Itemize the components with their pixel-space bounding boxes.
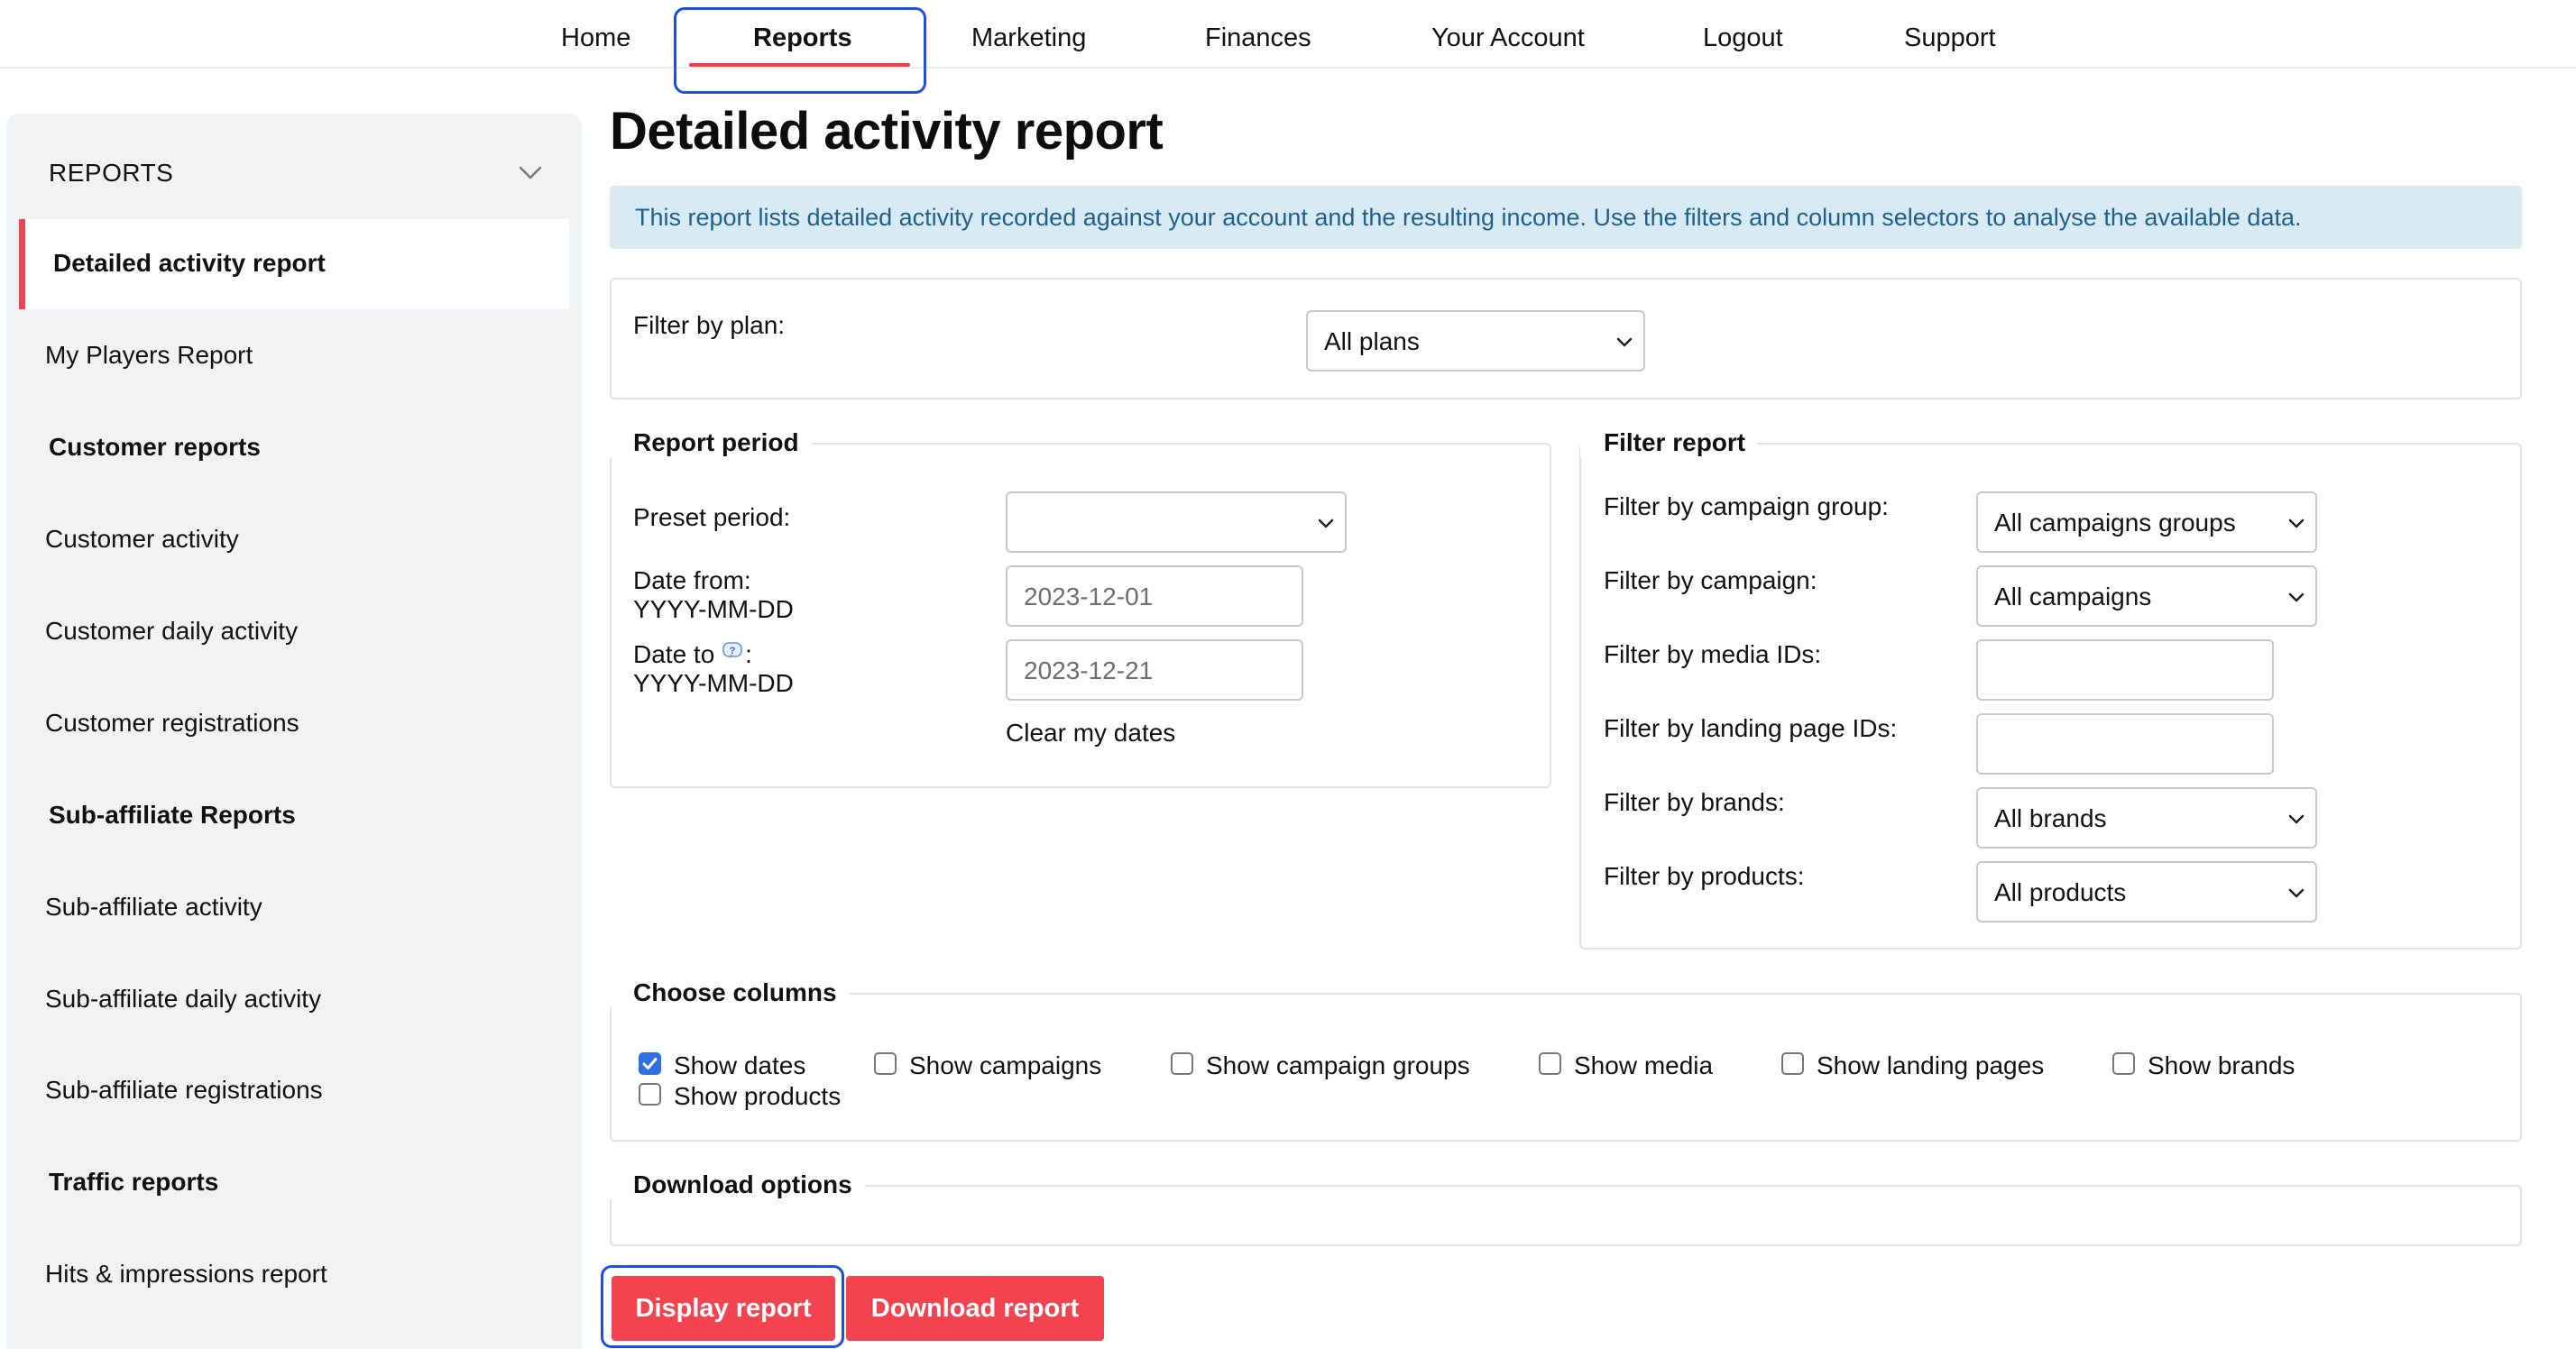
nav-support[interactable]: Support (1904, 23, 1996, 53)
show-media-checkbox[interactable] (1539, 1052, 1561, 1075)
sidebar-item-sub-affiliate-registrations[interactable]: Sub-affiliate registrations (45, 1076, 323, 1105)
show-campaigns-label[interactable]: Show campaigns (909, 1051, 1101, 1080)
show-products-checkbox[interactable] (639, 1083, 661, 1106)
show-brands-label[interactable]: Show brands (2148, 1051, 2295, 1080)
show-dates-label[interactable]: Show dates (674, 1051, 805, 1080)
show-campaign-groups-checkbox[interactable] (1171, 1052, 1193, 1075)
date-to-label-text: Date to (633, 640, 715, 668)
date-to-label: Date to ?: (633, 639, 752, 670)
show-landing-pages-label[interactable]: Show landing pages (1817, 1051, 2044, 1080)
checkmark-icon (642, 1058, 658, 1069)
preset-period-label: Preset period: (633, 503, 791, 531)
sidebar-section-sub-affiliate-reports: Sub-affiliate Reports (49, 801, 296, 829)
nav-home[interactable]: Home (561, 23, 630, 53)
date-to-colon: : (745, 640, 752, 668)
filter-report-panel: Filter by campaign group: All campaigns … (1579, 443, 2522, 950)
preset-period-select[interactable] (1006, 491, 1347, 553)
show-dates-checkbox[interactable] (639, 1052, 661, 1075)
brands-value: All brands (1994, 804, 2107, 832)
sidebar-item-hits-impressions-report[interactable]: Hits & impressions report (45, 1260, 327, 1289)
chevron-down-icon (1616, 337, 1633, 347)
brands-select[interactable]: All brands (1976, 787, 2317, 849)
chevron-down-icon (1318, 518, 1334, 528)
filter-report-legend: Filter report (1580, 428, 1759, 457)
brands-label: Filter by brands: (1604, 788, 1785, 816)
display-report-button[interactable]: Display report (612, 1276, 835, 1341)
nav-active-underline (689, 63, 910, 67)
campaign-group-select[interactable]: All campaigns groups (1976, 491, 2317, 553)
date-from-format: YYYY-MM-DD (633, 595, 794, 623)
show-products-label[interactable]: Show products (674, 1082, 841, 1111)
sidebar-item-customer-activity[interactable]: Customer activity (45, 525, 239, 554)
nav-your-account[interactable]: Your Account (1431, 23, 1585, 53)
landing-page-ids-input[interactable] (1976, 713, 2274, 775)
chevron-down-icon (2288, 814, 2305, 824)
nav-logout[interactable]: Logout (1703, 23, 1783, 53)
help-icon[interactable]: ? (722, 641, 745, 661)
products-label: Filter by products: (1604, 862, 1805, 890)
chevron-down-icon (2288, 592, 2305, 602)
landing-page-ids-label: Filter by landing page IDs: (1604, 714, 1898, 742)
sidebar-item-sub-affiliate-daily-activity[interactable]: Sub-affiliate daily activity (45, 985, 321, 1014)
download-options-legend: Download options (610, 1170, 865, 1199)
products-value: All products (1994, 878, 2127, 906)
page-title: Detailed activity report (610, 102, 1164, 161)
show-campaigns-checkbox[interactable] (874, 1052, 897, 1075)
date-to-format: YYYY-MM-DD (633, 669, 794, 697)
choose-columns-panel: Show dates Show campaigns Show campaign … (610, 993, 2522, 1142)
sidebar: REPORTS Detailed activity report My Play… (6, 114, 582, 1349)
campaign-group-value: All campaigns groups (1994, 509, 2236, 537)
date-from-value: 2023-12-01 (1024, 583, 1154, 610)
chevron-down-icon (2288, 518, 2305, 528)
sidebar-item-sub-affiliate-activity[interactable]: Sub-affiliate activity (45, 893, 262, 922)
plan-select[interactable]: All plans (1306, 310, 1645, 372)
sidebar-item-customer-registrations[interactable]: Customer registrations (45, 709, 299, 738)
choose-columns-legend: Choose columns (610, 978, 850, 1007)
chevron-down-icon (2288, 888, 2305, 898)
sidebar-item-my-players-report[interactable]: My Players Report (45, 341, 253, 370)
campaign-label: Filter by campaign: (1604, 566, 1817, 594)
svg-text:?: ? (730, 646, 736, 656)
campaign-select[interactable]: All campaigns (1976, 565, 2317, 627)
plan-filter-panel: Filter by plan: All plans (610, 278, 2522, 399)
nav-finances[interactable]: Finances (1205, 23, 1311, 53)
download-report-button[interactable]: Download report (846, 1276, 1104, 1341)
sidebar-heading[interactable]: REPORTS (49, 159, 173, 188)
plan-filter-label: Filter by plan: (633, 311, 786, 339)
download-options-panel (610, 1185, 2522, 1246)
sidebar-section-traffic-reports: Traffic reports (49, 1168, 219, 1196)
report-period-panel: Preset period: Date from: YYYY-MM-DD 202… (610, 443, 1551, 788)
report-period-legend: Report period (610, 428, 812, 457)
date-from-label: Date from: (633, 566, 751, 594)
info-banner: This report lists detailed activity reco… (610, 186, 2522, 249)
date-to-value: 2023-12-21 (1024, 656, 1154, 684)
sidebar-item-customer-daily-activity[interactable]: Customer daily activity (45, 617, 298, 646)
campaign-group-label: Filter by campaign group: (1604, 492, 1889, 520)
clear-dates-link[interactable]: Clear my dates (1006, 718, 1175, 748)
media-ids-label: Filter by media IDs: (1604, 640, 1822, 668)
sidebar-item-detailed-activity-report[interactable]: Detailed activity report (53, 249, 326, 278)
media-ids-input[interactable] (1976, 639, 2274, 701)
top-navigation: Home Reports Marketing Finances Your Acc… (0, 0, 2576, 94)
nav-marketing[interactable]: Marketing (971, 23, 1086, 53)
show-campaign-groups-label[interactable]: Show campaign groups (1206, 1051, 1470, 1080)
nav-reports[interactable]: Reports (753, 23, 852, 53)
products-select[interactable]: All products (1976, 861, 2317, 922)
date-to-input[interactable]: 2023-12-21 (1006, 639, 1303, 701)
show-brands-checkbox[interactable] (2112, 1052, 2135, 1075)
date-from-input[interactable]: 2023-12-01 (1006, 565, 1303, 627)
sidebar-section-customer-reports: Customer reports (49, 433, 261, 461)
show-landing-pages-checkbox[interactable] (1781, 1052, 1804, 1075)
campaign-value: All campaigns (1994, 583, 2152, 610)
show-media-label[interactable]: Show media (1574, 1051, 1713, 1080)
plan-select-value: All plans (1324, 327, 1420, 355)
chevron-down-icon[interactable] (517, 159, 544, 186)
